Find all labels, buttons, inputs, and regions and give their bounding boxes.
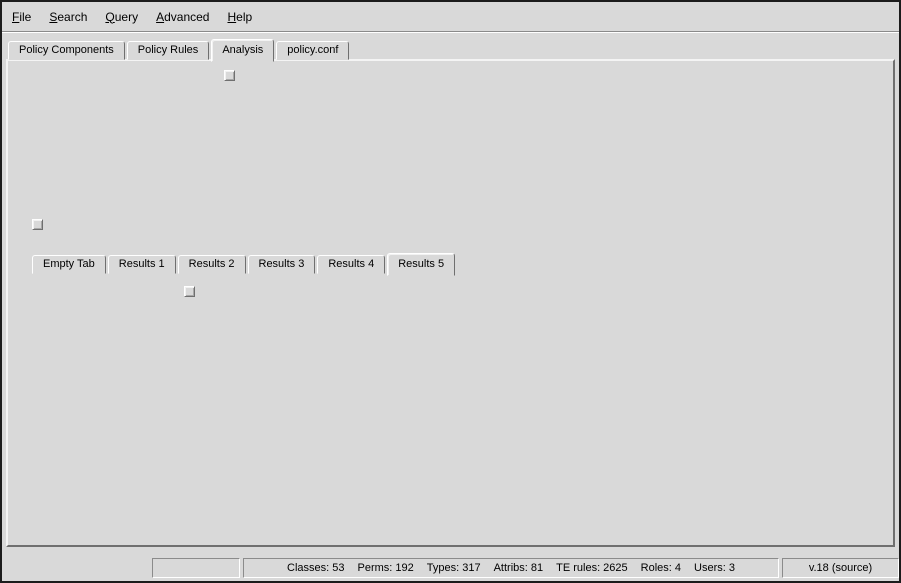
results-tab-bar: Empty Tab Results 1 Results 2 Results 3 … — [32, 252, 457, 274]
menu-advanced[interactable]: Advanced — [156, 10, 209, 24]
tab-policy-rules[interactable]: Policy Rules — [127, 41, 210, 60]
status-te-rules: TE rules: 2625 — [556, 562, 628, 574]
main-pane-sash-handle[interactable] — [32, 219, 43, 230]
top-pane-sash-handle[interactable] — [224, 70, 235, 81]
status-roles: Roles: 4 — [641, 562, 681, 574]
results-pane-sash-handle[interactable] — [184, 286, 195, 297]
tab-results-4[interactable]: Results 4 — [317, 255, 385, 274]
main-tab-bar: Policy Components Policy Rules Analysis … — [8, 38, 351, 60]
status-stats-segment: Classes: 53 Perms: 192 Types: 317 Attrib… — [243, 558, 779, 578]
menu-search[interactable]: Search — [49, 10, 87, 24]
status-perms: Perms: 192 — [358, 562, 414, 574]
menu-help[interactable]: Help — [227, 10, 252, 24]
status-users: Users: 3 — [694, 562, 735, 574]
status-types: Types: 317 — [427, 562, 481, 574]
app-window: File Search Query Advanced Help Policy C… — [0, 0, 901, 583]
tab-policy-components[interactable]: Policy Components — [8, 41, 125, 60]
menu-file[interactable]: File — [12, 10, 31, 24]
tab-results-2[interactable]: Results 2 — [178, 255, 246, 274]
tab-analysis[interactable]: Analysis — [211, 39, 274, 62]
status-attribs: Attribs: 81 — [494, 562, 544, 574]
menu-query[interactable]: Query — [105, 10, 138, 24]
status-version-segment: v.18 (source) — [782, 558, 899, 578]
tab-results-1[interactable]: Results 1 — [108, 255, 176, 274]
tab-empty[interactable]: Empty Tab — [32, 255, 106, 274]
analysis-tab-page — [6, 59, 895, 547]
status-empty-segment — [152, 558, 240, 578]
status-classes: Classes: 53 — [287, 562, 344, 574]
tab-policy-conf[interactable]: policy.conf — [276, 41, 349, 60]
tab-results-5[interactable]: Results 5 — [387, 253, 455, 276]
tab-results-3[interactable]: Results 3 — [248, 255, 316, 274]
menubar: File Search Query Advanced Help — [2, 2, 899, 32]
